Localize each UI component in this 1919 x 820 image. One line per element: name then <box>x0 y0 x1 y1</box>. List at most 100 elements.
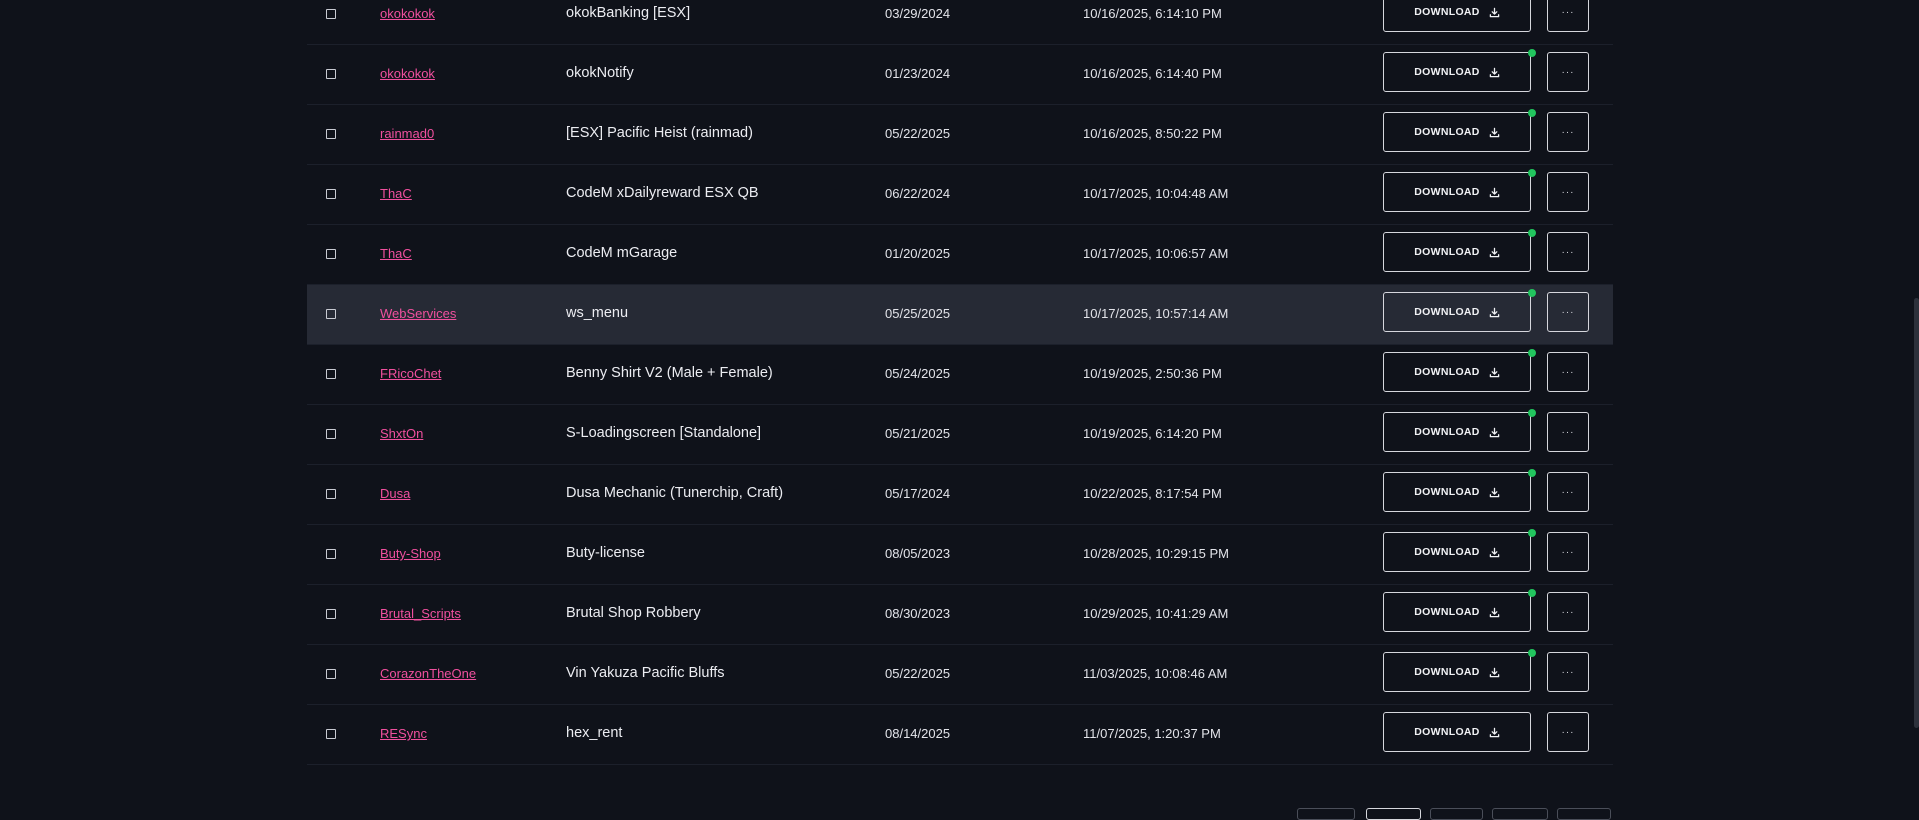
added-date: 10/19/2025, 6:14:20 PM <box>1083 426 1222 441</box>
more-icon: ··· <box>1561 126 1575 138</box>
download-button[interactable]: DOWNLOAD <box>1383 712 1531 752</box>
row-checkbox[interactable] <box>326 729 336 739</box>
more-options-button[interactable]: ··· <box>1547 112 1589 152</box>
author-link[interactable]: okokokok <box>380 6 435 21</box>
release-date: 05/24/2025 <box>885 366 951 381</box>
added-date: 10/17/2025, 10:04:48 AM <box>1083 186 1229 201</box>
download-button[interactable]: DOWNLOAD <box>1383 172 1531 212</box>
download-button[interactable]: DOWNLOAD <box>1383 0 1531 32</box>
author-link[interactable]: Dusa <box>380 486 410 501</box>
author-link[interactable]: rainmad0 <box>380 126 434 141</box>
table-row: ThaC CodeM mGarage 01/20/2025 10/17/2025, 1… <box>307 225 1613 285</box>
pagination-button-next[interactable] <box>1557 808 1611 820</box>
download-button[interactable]: DOWNLOAD <box>1383 472 1531 512</box>
download-icon <box>1489 67 1500 78</box>
table-row: Buty-Shop Buty-license 08/05/2023 10/28/202… <box>307 525 1613 585</box>
author-link[interactable]: Buty-Shop <box>380 546 441 561</box>
pagination-button-current[interactable] <box>1366 808 1421 820</box>
more-options-button[interactable]: ··· <box>1547 472 1589 512</box>
download-button[interactable]: DOWNLOAD <box>1383 112 1531 152</box>
author-link[interactable]: ThaC <box>380 246 412 261</box>
download-icon <box>1489 367 1500 378</box>
release-date: 05/22/2025 <box>885 126 951 141</box>
more-icon: ··· <box>1561 306 1575 318</box>
added-date: 11/07/2025, 1:20:37 PM <box>1083 726 1221 741</box>
row-checkbox[interactable] <box>326 69 336 79</box>
release-date: 08/30/2023 <box>885 606 951 621</box>
more-options-button[interactable]: ··· <box>1547 652 1589 692</box>
download-button[interactable]: DOWNLOAD <box>1383 592 1531 632</box>
download-button[interactable]: DOWNLOAD <box>1383 412 1531 452</box>
row-checkbox[interactable] <box>326 549 336 559</box>
status-dot <box>1528 169 1536 177</box>
download-button[interactable]: DOWNLOAD <box>1383 52 1531 92</box>
row-checkbox[interactable] <box>326 609 336 619</box>
added-date: 10/16/2025, 6:14:10 PM <box>1083 6 1222 21</box>
more-options-button[interactable]: ··· <box>1547 172 1589 212</box>
added-date: 10/17/2025, 10:57:14 AM <box>1083 306 1229 321</box>
more-icon: ··· <box>1561 486 1575 498</box>
pagination-button-prev[interactable] <box>1297 808 1355 820</box>
row-checkbox[interactable] <box>326 189 336 199</box>
more-options-button[interactable]: ··· <box>1547 592 1589 632</box>
author-link[interactable]: okokokok <box>380 66 435 81</box>
author-link[interactable]: RESync <box>380 726 427 741</box>
author-link[interactable]: Brutal_Scripts <box>380 606 461 621</box>
download-button-label: DOWNLOAD <box>1414 606 1480 618</box>
table-row: RESync hex_rent 08/14/2025 11/07/2025, 1:20… <box>307 705 1613 765</box>
download-icon <box>1489 727 1500 738</box>
pagination-button-2[interactable] <box>1430 808 1483 820</box>
table-row: Dusa Dusa Mechanic (Tunerchip, Craft) 05/1… <box>307 465 1613 525</box>
download-button[interactable]: DOWNLOAD <box>1383 292 1531 332</box>
download-button-label: DOWNLOAD <box>1414 546 1480 558</box>
status-dot <box>1528 109 1536 117</box>
more-icon: ··· <box>1561 6 1575 18</box>
table-row: WebServices ws_menu 05/25/2025 10/17/2025, … <box>307 285 1613 345</box>
download-button[interactable]: DOWNLOAD <box>1383 652 1531 692</box>
table-row: rainmad0 [ESX] Pacific Heist (rainmad) 05/… <box>307 105 1613 165</box>
release-date: 05/17/2024 <box>885 486 951 501</box>
row-checkbox[interactable] <box>326 429 336 439</box>
download-button[interactable]: DOWNLOAD <box>1383 532 1531 572</box>
resource-name: Vin Yakuza Pacific Bluffs <box>566 665 725 681</box>
row-checkbox[interactable] <box>326 249 336 259</box>
resource-name: CodeM xDailyreward ESX QB <box>566 185 759 201</box>
author-link[interactable]: WebServices <box>380 306 456 321</box>
download-button[interactable]: DOWNLOAD <box>1383 232 1531 272</box>
more-options-button[interactable]: ··· <box>1547 352 1589 392</box>
row-checkbox[interactable] <box>326 309 336 319</box>
more-options-button[interactable]: ··· <box>1547 292 1589 332</box>
download-button-label: DOWNLOAD <box>1414 366 1480 378</box>
row-checkbox[interactable] <box>326 489 336 499</box>
download-icon <box>1489 307 1500 318</box>
more-options-button[interactable]: ··· <box>1547 532 1589 572</box>
more-options-button[interactable]: ··· <box>1547 52 1589 92</box>
added-date: 10/16/2025, 8:50:22 PM <box>1083 126 1222 141</box>
row-checkbox[interactable] <box>326 129 336 139</box>
more-icon: ··· <box>1561 66 1575 78</box>
more-options-button[interactable]: ··· <box>1547 232 1589 272</box>
status-dot <box>1528 49 1536 57</box>
scrollbar-thumb[interactable] <box>1914 298 1919 728</box>
download-icon <box>1489 127 1500 138</box>
row-checkbox[interactable] <box>326 9 336 19</box>
author-link[interactable]: ShxtOn <box>380 426 423 441</box>
added-date: 10/16/2025, 6:14:40 PM <box>1083 66 1222 81</box>
author-link[interactable]: FRicoChet <box>380 366 441 381</box>
added-date: 10/19/2025, 2:50:36 PM <box>1083 366 1222 381</box>
table-row: ShxtOn S-Loadingscreen [Standalone] 05/21/… <box>307 405 1613 465</box>
pagination-button-3[interactable] <box>1492 808 1548 820</box>
more-options-button[interactable]: ··· <box>1547 712 1589 752</box>
more-options-button[interactable]: ··· <box>1547 412 1589 452</box>
resource-name: Dusa Mechanic (Tunerchip, Craft) <box>566 485 784 501</box>
author-link[interactable]: ThaC <box>380 186 412 201</box>
more-options-button[interactable]: ··· <box>1547 0 1589 32</box>
author-link[interactable]: CorazonTheOne <box>380 666 476 681</box>
table-row: FRicoChet Benny Shirt V2 (Male + Female) 0… <box>307 345 1613 405</box>
resource-name: S-Loadingscreen [Standalone] <box>566 425 762 441</box>
download-button[interactable]: DOWNLOAD <box>1383 352 1531 392</box>
download-button-label: DOWNLOAD <box>1414 726 1480 738</box>
row-checkbox[interactable] <box>326 369 336 379</box>
row-checkbox[interactable] <box>326 669 336 679</box>
download-button-label: DOWNLOAD <box>1414 66 1480 78</box>
